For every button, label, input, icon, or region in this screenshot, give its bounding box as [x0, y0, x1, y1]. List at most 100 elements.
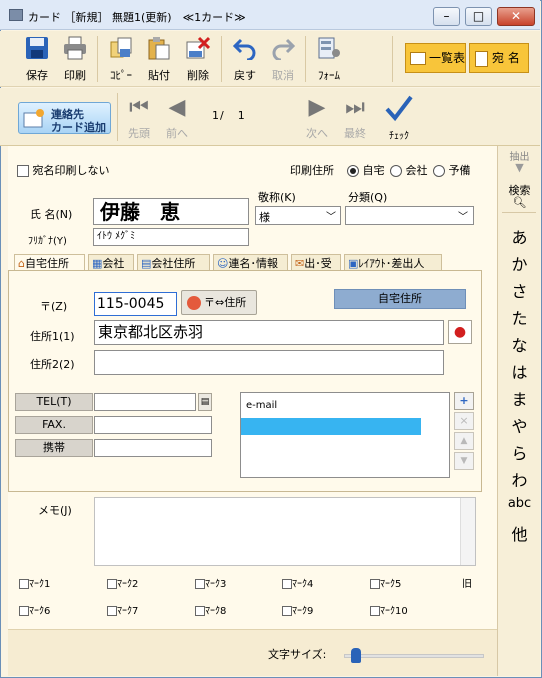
title-bar: カード ［新規］ 無題1(更新) ≪1カード≫ – □ ✕: [0, 0, 540, 30]
address-icon: [475, 50, 488, 67]
furigana-field[interactable]: ｲﾄｳ ﾒｸﾞﾐ: [93, 228, 249, 246]
kana-index-abc[interactable]: abc: [498, 496, 541, 511]
font-size-slider-track[interactable]: [344, 654, 484, 658]
kana-index-ha[interactable]: は: [498, 359, 541, 383]
side-divider: [502, 212, 536, 213]
move-email-up-button[interactable]: ▲: [454, 432, 474, 450]
delete-button[interactable]: 削除: [181, 31, 215, 87]
filter-icon: ▼: [515, 161, 524, 174]
redo-icon: [272, 38, 295, 60]
kana-index-ya[interactable]: や: [498, 413, 541, 437]
tel-label: TEL(T): [15, 393, 93, 411]
tel-field[interactable]: [94, 393, 196, 411]
mark4-checkbox[interactable]: ﾏｰｸ4: [282, 575, 313, 590]
undo-button[interactable]: 戻す: [228, 31, 262, 87]
furigana-label: ﾌﾘｶﾞﾅ(Y): [28, 236, 67, 247]
check-button[interactable]: ﾁｪｯｸ: [381, 94, 417, 142]
copy-button[interactable]: ｺﾋﾟｰ: [104, 31, 138, 87]
close-button[interactable]: ✕: [497, 7, 535, 26]
cancel-button[interactable]: 取消: [266, 31, 300, 87]
next-record-button[interactable]: ▶ 次へ: [302, 96, 332, 142]
mascot-icon: [187, 296, 201, 310]
mark5-checkbox[interactable]: ﾏｰｸ5: [370, 575, 401, 590]
toolbar-separator: [305, 36, 306, 82]
people-icon: ☺: [217, 257, 229, 270]
address-label-button[interactable]: 宛 名: [469, 43, 529, 73]
remove-email-button[interactable]: ×: [454, 412, 474, 430]
toolbar-separator: [97, 36, 98, 82]
layout-icon: ▣: [348, 257, 359, 270]
kana-index-ta[interactable]: た: [498, 305, 541, 329]
name-field[interactable]: 伊藤 恵: [93, 198, 249, 225]
status-bar: 文字サイズ:: [8, 629, 497, 676]
extract-button[interactable]: 抽出 ▼: [498, 148, 541, 184]
phone-dropdown-icon[interactable]: ▤: [198, 393, 212, 411]
form-button[interactable]: ﾌｫｰﾑ: [312, 31, 346, 87]
save-icon: [26, 37, 48, 59]
mark10-checkbox[interactable]: ﾏｰｸ10: [370, 602, 408, 617]
mark-old-indicator: 旧: [462, 579, 472, 590]
mark8-checkbox[interactable]: ﾏｰｸ8: [195, 602, 226, 617]
mark9-checkbox[interactable]: ﾏｰｸ9: [282, 602, 313, 617]
mark7-checkbox[interactable]: ﾏｰｸ7: [107, 602, 138, 617]
zip-address-convert-button[interactable]: 〒⇔住所: [181, 290, 257, 315]
kana-index-a[interactable]: あ: [498, 224, 541, 248]
print-button[interactable]: 印刷: [58, 31, 92, 87]
address1-label: 住所1(1): [30, 330, 75, 343]
company-address-icon: ▤: [141, 257, 152, 270]
save-button[interactable]: 保存: [20, 31, 54, 87]
kana-index-ma[interactable]: ま: [498, 386, 541, 410]
zip-label: 〒(Z): [40, 300, 68, 313]
prev-record-button[interactable]: ◀ 前へ: [162, 96, 192, 142]
kana-index-other[interactable]: 他: [498, 521, 541, 545]
list-view-button[interactable]: 一覧表: [405, 43, 466, 73]
page-indicator: 1/1: [212, 109, 245, 122]
add-email-button[interactable]: +: [454, 392, 474, 410]
memo-scrollbar[interactable]: [460, 498, 475, 565]
print-address-company-radio[interactable]: 会社: [390, 162, 428, 178]
category-select[interactable]: ﹀: [345, 206, 474, 225]
mark6-checkbox[interactable]: ﾏｰｸ6: [19, 602, 50, 617]
first-record-button[interactable]: ⏮ 先頭: [124, 96, 154, 142]
honorific-select[interactable]: 様 ﹀: [255, 206, 341, 225]
print-address-spare-radio[interactable]: 予備: [433, 162, 471, 178]
home-address-section-label: 自宅住所: [334, 289, 466, 309]
last-record-button[interactable]: ⏭ 最終: [340, 96, 370, 142]
add-card-icon: [23, 109, 44, 128]
paste-button[interactable]: 貼付: [142, 31, 176, 87]
map-pin-icon[interactable]: ●: [448, 320, 472, 344]
fax-field[interactable]: [94, 416, 212, 434]
form-icon: [318, 37, 340, 59]
address2-field[interactable]: [94, 350, 444, 375]
minimize-button[interactable]: –: [433, 7, 460, 26]
memo-field[interactable]: [94, 497, 476, 566]
email-list[interactable]: e-mail: [240, 392, 450, 478]
kana-index-na[interactable]: な: [498, 332, 541, 356]
checkmark-icon: [385, 95, 413, 122]
zip-field[interactable]: 115-0045: [94, 292, 177, 316]
email-row-selected[interactable]: [241, 418, 421, 435]
maximize-button[interactable]: □: [465, 7, 492, 26]
table-icon: [410, 52, 426, 65]
printer-icon: [64, 36, 86, 60]
font-size-slider-thumb[interactable]: [350, 648, 361, 663]
print-address-home-radio[interactable]: 自宅: [347, 162, 385, 178]
move-email-down-button[interactable]: ▼: [454, 452, 474, 470]
kana-index-ka[interactable]: か: [498, 251, 541, 275]
undo-icon: [233, 38, 256, 60]
toolbar-separator: [392, 36, 393, 82]
first-icon: ⏮: [129, 95, 149, 120]
add-contact-card-button[interactable]: 連絡先 カード追加: [18, 102, 111, 134]
mark3-checkbox[interactable]: ﾏｰｸ3: [195, 575, 226, 590]
mark2-checkbox[interactable]: ﾏｰｸ2: [107, 575, 138, 590]
kana-index-ra[interactable]: ら: [498, 440, 541, 464]
mark1-checkbox[interactable]: ﾏｰｸ1: [19, 575, 50, 590]
chevron-down-icon: ﹀: [458, 212, 468, 223]
address1-field[interactable]: 東京都北区赤羽: [94, 320, 444, 345]
search-button[interactable]: 検索 🔍︎: [498, 182, 541, 212]
mobile-field[interactable]: [94, 439, 212, 457]
kana-index-wa[interactable]: わ: [498, 467, 541, 491]
no-address-print-checkbox[interactable]: 宛名印刷しない: [17, 162, 110, 178]
mobile-label: 携帯: [15, 439, 93, 457]
kana-index-sa[interactable]: さ: [498, 278, 541, 302]
